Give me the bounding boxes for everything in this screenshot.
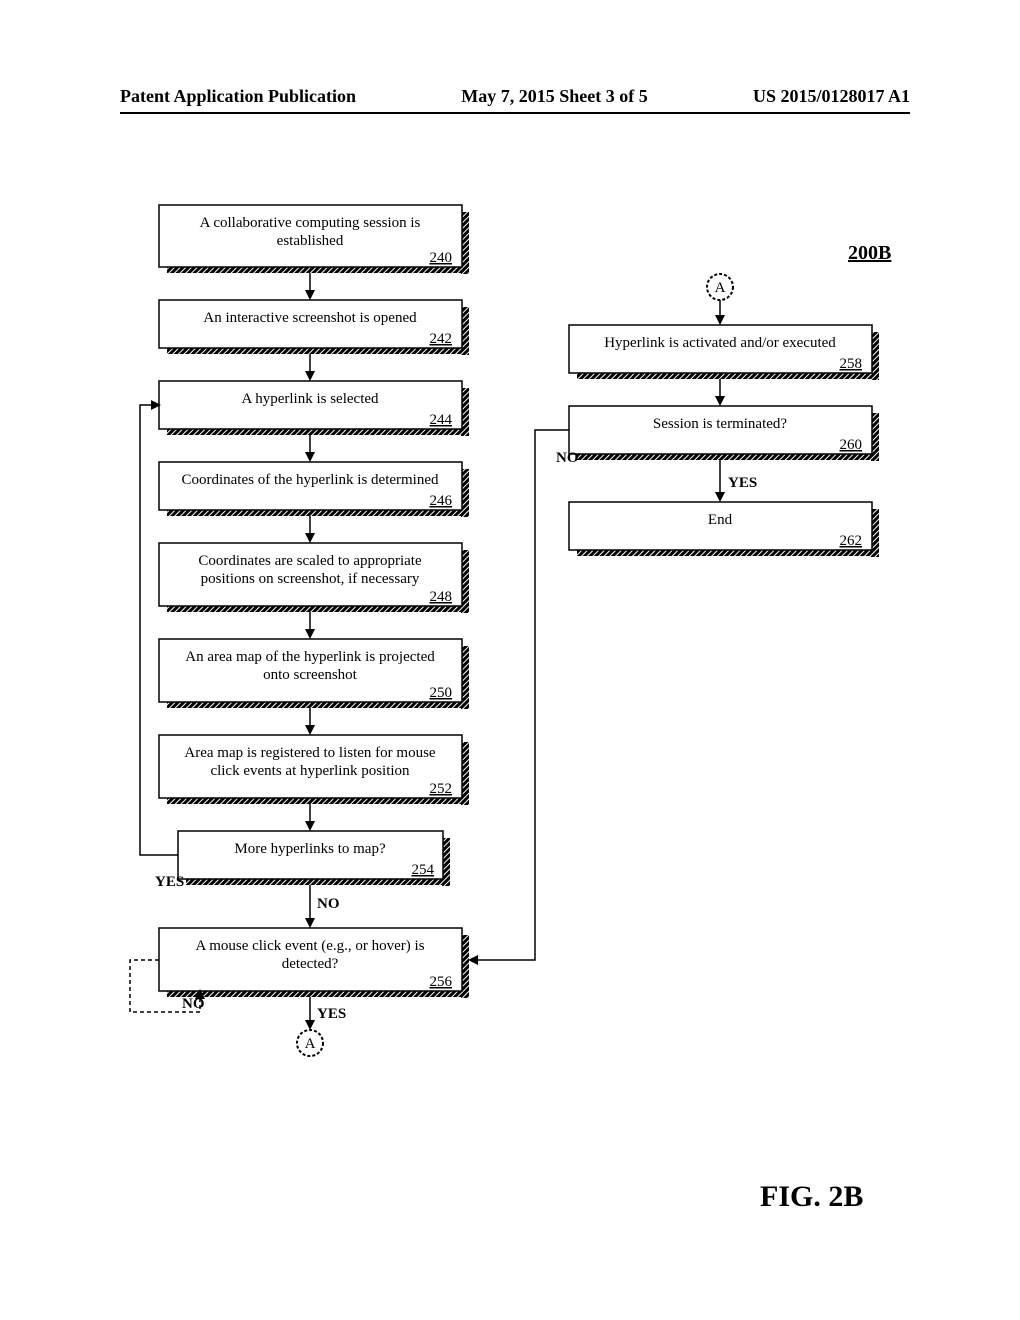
step-260-num: 260 xyxy=(840,437,863,453)
label-254-no: NO xyxy=(317,896,340,912)
step-240-text-l2: established xyxy=(277,233,344,249)
step-262-text: End xyxy=(708,512,733,528)
step-240: A collaborative computing session is est… xyxy=(159,205,469,274)
step-244: A hyperlink is selected 244 xyxy=(159,381,469,436)
step-252-text-l2: click events at hyperlink position xyxy=(210,763,410,779)
label-260-no: NO xyxy=(556,450,579,466)
svg-text:A: A xyxy=(715,280,726,296)
step-254: More hyperlinks to map? 254 xyxy=(178,831,450,886)
label-260-yes: YES xyxy=(728,475,757,491)
step-260-text: Session is terminated? xyxy=(653,416,787,432)
step-256-num: 256 xyxy=(430,974,453,990)
step-248-text-l1: Coordinates are scaled to appropriate xyxy=(198,553,422,569)
connector-a-bottom: A xyxy=(297,1030,323,1056)
step-252: Area map is registered to listen for mou… xyxy=(159,735,469,805)
step-258: Hyperlink is activated and/or executed 2… xyxy=(569,325,879,380)
step-244-num: 244 xyxy=(430,412,453,428)
step-240-num: 240 xyxy=(430,250,453,266)
label-254-yes: YES xyxy=(155,874,184,890)
step-242-text: An interactive screenshot is opened xyxy=(203,310,417,326)
step-250-text-l2: onto screenshot xyxy=(263,667,358,683)
step-250-num: 250 xyxy=(430,685,453,701)
step-246-text: Coordinates of the hyperlink is determin… xyxy=(181,472,439,488)
step-256: A mouse click event (e.g., or hover) is … xyxy=(159,928,469,998)
step-246-num: 246 xyxy=(430,493,453,509)
step-256-text-l2: detected? xyxy=(282,956,339,972)
step-244-text: A hyperlink is selected xyxy=(241,391,379,407)
step-254-text: More hyperlinks to map? xyxy=(234,841,386,857)
step-248-text-l2: positions on screenshot, if necessary xyxy=(201,571,420,587)
step-256-text-l1: A mouse click event (e.g., or hover) is xyxy=(195,938,424,954)
step-254-num: 254 xyxy=(412,862,435,878)
step-242: An interactive screenshot is opened 242 xyxy=(159,300,469,355)
flowchart: A collaborative computing session is est… xyxy=(0,0,1020,1320)
step-260: Session is terminated? 260 xyxy=(569,406,879,461)
step-258-text: Hyperlink is activated and/or executed xyxy=(604,335,836,351)
step-242-num: 242 xyxy=(430,331,453,347)
step-250-text-l1: An area map of the hyperlink is projecte… xyxy=(185,649,435,665)
step-252-text-l1: Area map is registered to listen for mou… xyxy=(184,745,436,761)
step-252-num: 252 xyxy=(430,781,453,797)
connector-a-top: A xyxy=(707,274,733,300)
step-248-num: 248 xyxy=(430,589,453,605)
step-250: An area map of the hyperlink is projecte… xyxy=(159,639,469,709)
step-248: Coordinates are scaled to appropriate po… xyxy=(159,543,469,613)
patent-figure-page: Patent Application Publication May 7, 20… xyxy=(0,0,1020,1320)
step-258-num: 258 xyxy=(840,356,863,372)
step-246: Coordinates of the hyperlink is determin… xyxy=(159,462,469,517)
svg-text:A: A xyxy=(305,1036,316,1052)
step-240-text-l1: A collaborative computing session is xyxy=(200,215,421,231)
label-256-no: NO xyxy=(182,996,205,1012)
step-262: End 262 xyxy=(569,502,879,557)
step-262-num: 262 xyxy=(840,533,863,549)
label-256-yes: YES xyxy=(317,1006,346,1022)
arrow-260-no-loop xyxy=(470,430,569,960)
